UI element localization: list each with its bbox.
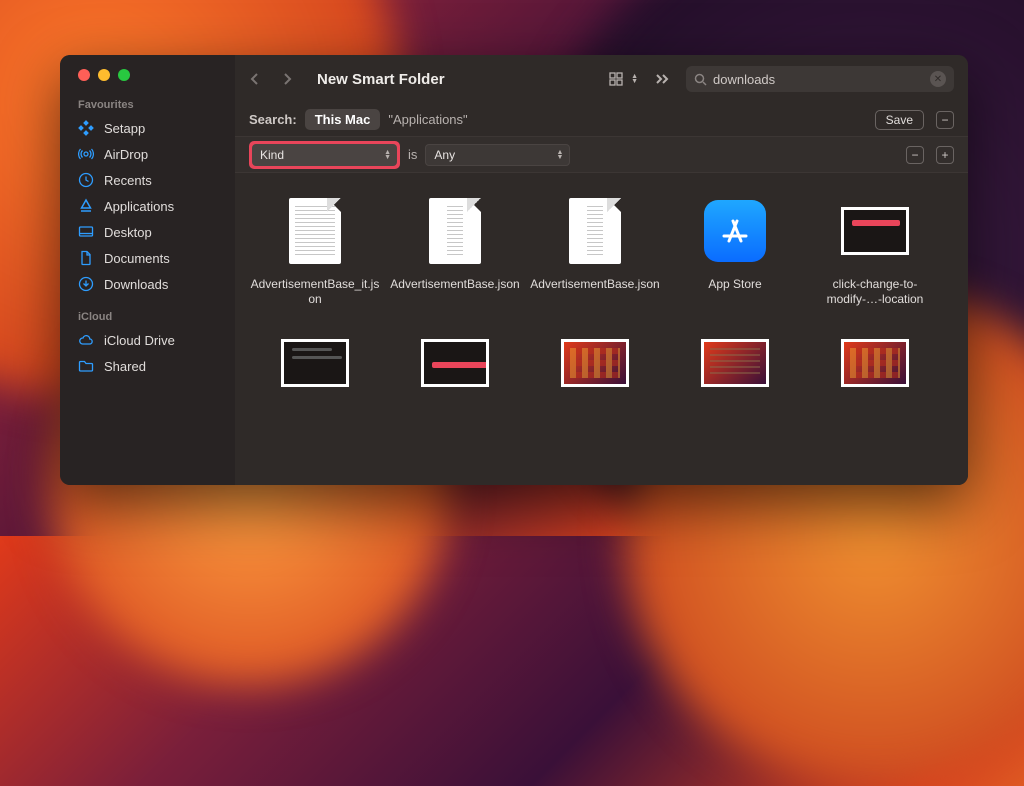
file-name-label: AdvertisementBase_it.json bbox=[245, 277, 385, 307]
toolbar: New Smart Folder ▲▼ ✕ bbox=[235, 55, 968, 103]
document-icon bbox=[78, 250, 94, 266]
download-icon bbox=[78, 276, 94, 292]
clock-icon bbox=[78, 172, 94, 188]
sidebar-item-label: Shared bbox=[104, 359, 146, 374]
file-name-label: AdvertisementBase.json bbox=[386, 277, 523, 292]
file-item[interactable]: App Store bbox=[665, 193, 805, 307]
file-item[interactable] bbox=[525, 325, 665, 409]
desktop-icon bbox=[78, 224, 94, 240]
chevron-updown-icon: ▲▼ bbox=[556, 150, 563, 160]
close-window-button[interactable] bbox=[78, 69, 90, 81]
sidebar-item-label: Downloads bbox=[104, 277, 168, 292]
save-search-button[interactable]: Save bbox=[875, 110, 924, 130]
file-item[interactable] bbox=[245, 325, 385, 409]
shared-folder-icon bbox=[78, 358, 94, 374]
sidebar-item-label: Desktop bbox=[104, 225, 152, 240]
forward-button[interactable] bbox=[281, 71, 303, 87]
sidebar-section-icloud: iCloud bbox=[60, 307, 235, 327]
sidebar-item-downloads[interactable]: Downloads bbox=[60, 271, 235, 297]
more-tools-button[interactable] bbox=[654, 73, 670, 85]
file-icon bbox=[841, 325, 909, 401]
scope-bar: Search: This Mac "Applications" Save − bbox=[235, 103, 968, 137]
sidebar-item-airdrop[interactable]: AirDrop bbox=[60, 141, 235, 167]
search-icon bbox=[694, 73, 707, 86]
sidebar-item-label: Setapp bbox=[104, 121, 145, 136]
file-icon bbox=[281, 193, 349, 269]
search-field[interactable]: ✕ bbox=[686, 66, 954, 92]
sidebar-item-icloud-drive[interactable]: iCloud Drive bbox=[60, 327, 235, 353]
zoom-window-button[interactable] bbox=[118, 69, 130, 81]
file-name-label: App Store bbox=[704, 277, 765, 292]
scope-applications[interactable]: "Applications" bbox=[388, 112, 467, 127]
sidebar-item-shared[interactable]: Shared bbox=[60, 353, 235, 379]
file-icon bbox=[841, 193, 909, 269]
rule-highlight: Kind ▲▼ bbox=[249, 141, 400, 169]
add-rule-button[interactable]: + bbox=[936, 146, 954, 164]
search-input[interactable] bbox=[713, 72, 924, 87]
finder-window: Favourites Setapp AirDrop Recents Applic… bbox=[60, 55, 968, 485]
file-item[interactable] bbox=[665, 325, 805, 409]
file-icon bbox=[561, 325, 629, 401]
file-icon bbox=[701, 325, 769, 401]
file-name-label: AdvertisementBase.json bbox=[526, 277, 663, 292]
sidebar-item-applications[interactable]: Applications bbox=[60, 193, 235, 219]
rule-attribute-label: Kind bbox=[260, 148, 284, 162]
sidebar-item-label: AirDrop bbox=[104, 147, 148, 162]
file-icon bbox=[701, 193, 769, 269]
scope-this-mac[interactable]: This Mac bbox=[305, 109, 381, 130]
sidebar-section-favourites: Favourites bbox=[60, 95, 235, 115]
minimize-window-button[interactable] bbox=[98, 69, 110, 81]
sidebar-item-label: iCloud Drive bbox=[104, 333, 175, 348]
rule-operator-label: is bbox=[408, 147, 417, 162]
sidebar-item-label: Documents bbox=[104, 251, 170, 266]
file-icon bbox=[281, 325, 349, 401]
file-icon bbox=[421, 193, 489, 269]
search-rule-bar: Kind ▲▼ is Any ▲▼ − + bbox=[235, 137, 968, 173]
rule-attribute-dropdown[interactable]: Kind ▲▼ bbox=[252, 144, 397, 166]
rule-value-label: Any bbox=[434, 148, 455, 162]
search-label: Search: bbox=[249, 112, 297, 127]
file-name-label: click-change-to-modify-…-location bbox=[805, 277, 945, 307]
sidebar-item-recents[interactable]: Recents bbox=[60, 167, 235, 193]
file-item[interactable]: AdvertisementBase_it.json bbox=[245, 193, 385, 307]
chevron-updown-icon: ▲▼ bbox=[384, 150, 391, 160]
setapp-icon bbox=[78, 120, 94, 136]
remove-rule-button[interactable]: − bbox=[906, 146, 924, 164]
main-pane: New Smart Folder ▲▼ ✕ Search: This Mac "… bbox=[235, 55, 968, 485]
chevron-updown-icon: ▲▼ bbox=[631, 74, 638, 84]
cloud-icon bbox=[78, 332, 94, 348]
file-item[interactable]: AdvertisementBase.json bbox=[525, 193, 665, 307]
file-icon bbox=[561, 193, 629, 269]
sidebar-item-documents[interactable]: Documents bbox=[60, 245, 235, 271]
sidebar-item-desktop[interactable]: Desktop bbox=[60, 219, 235, 245]
file-item[interactable] bbox=[805, 325, 945, 409]
airdrop-icon bbox=[78, 146, 94, 162]
remove-scope-button[interactable]: − bbox=[936, 111, 954, 129]
applications-icon bbox=[78, 198, 94, 214]
sidebar-item-label: Recents bbox=[104, 173, 152, 188]
window-title: New Smart Folder bbox=[317, 71, 445, 88]
file-icon bbox=[421, 325, 489, 401]
sidebar-item-setapp[interactable]: Setapp bbox=[60, 115, 235, 141]
sidebar-item-label: Applications bbox=[104, 199, 174, 214]
file-item[interactable] bbox=[385, 325, 525, 409]
file-item[interactable]: AdvertisementBase.json bbox=[385, 193, 525, 307]
sidebar: Favourites Setapp AirDrop Recents Applic… bbox=[60, 55, 235, 485]
rule-value-dropdown[interactable]: Any ▲▼ bbox=[425, 144, 570, 166]
back-button[interactable] bbox=[249, 71, 271, 87]
clear-search-button[interactable]: ✕ bbox=[930, 71, 946, 87]
window-controls bbox=[60, 69, 235, 95]
view-options-button[interactable]: ▲▼ bbox=[609, 72, 638, 86]
file-item[interactable]: click-change-to-modify-…-location bbox=[805, 193, 945, 307]
results-area[interactable]: AdvertisementBase_it.jsonAdvertisementBa… bbox=[235, 173, 968, 485]
